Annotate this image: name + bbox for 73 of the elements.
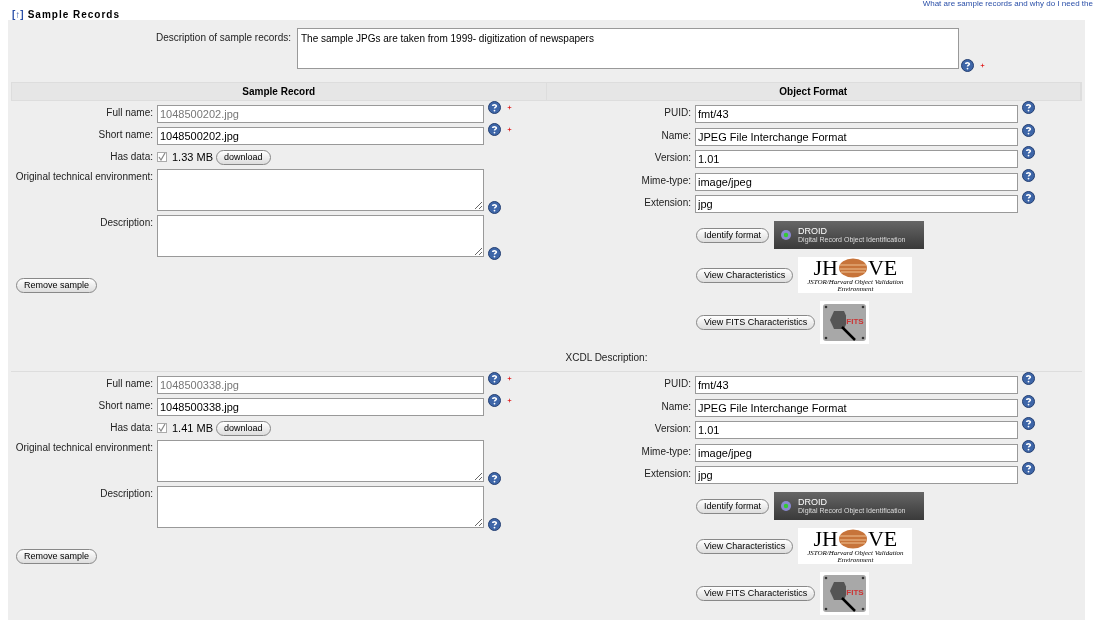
field-label: Has data:: [109, 150, 154, 163]
field-label: PUID:: [663, 377, 692, 390]
fits-logo: FITS: [820, 572, 870, 615]
text-field[interactable]: fmt/43: [695, 376, 1018, 394]
help-icon[interactable]: [1022, 417, 1035, 430]
text-field[interactable]: JPEG File Interchange Format: [695, 398, 1018, 417]
text-area[interactable]: The sample JPGs are taken from 1999- digitization of newspapers: [297, 28, 959, 69]
help-icon[interactable]: [1022, 168, 1035, 182]
text-field[interactable]: 1.01: [695, 421, 1018, 439]
help-icon[interactable]: [488, 394, 501, 407]
field-label: Name:: [660, 399, 692, 413]
field-label: Short name:: [97, 128, 154, 141]
field-label: Description of sample records:: [154, 31, 292, 45]
help-icon[interactable]: [488, 123, 501, 136]
help-link[interactable]: What are sample records and why do I need the: [922, 0, 1093, 8]
help-icon[interactable]: [488, 101, 501, 114]
field-label: Mime-type:: [640, 444, 692, 458]
field-label: Extension:: [643, 467, 692, 480]
help-icon[interactable]: [1022, 101, 1035, 114]
text-field[interactable]: jpg: [695, 195, 1018, 213]
tool-button[interactable]: View Characteristics: [696, 267, 794, 283]
column-header: Object Format: [546, 83, 1081, 100]
field-label: Version:: [653, 151, 692, 164]
help-icon[interactable]: [1022, 191, 1035, 204]
file-size: 1.33 MB: [172, 149, 213, 165]
text-field[interactable]: image/jpeg: [695, 443, 1018, 462]
text-field[interactable]: jpg: [695, 466, 1018, 484]
help-icon[interactable]: [488, 201, 501, 214]
text-field[interactable]: image/jpeg: [695, 172, 1018, 191]
file-size: 1.41 MB: [172, 420, 213, 436]
tool-button[interactable]: View Characteristics: [696, 538, 794, 554]
field-label: Short name:: [97, 399, 154, 412]
field-label: Version:: [653, 422, 692, 435]
remove-sample-button[interactable]: Remove sample: [16, 278, 98, 293]
download-button[interactable]: download: [215, 420, 271, 436]
tool-button[interactable]: Identify format: [696, 498, 770, 514]
field-label: PUID:: [663, 106, 692, 119]
field-label: Original technical environment:: [14, 441, 154, 454]
fits-logo: FITS: [820, 301, 870, 344]
field-label: Mime-type:: [640, 173, 692, 187]
field-label: Extension:: [643, 196, 692, 209]
section-title: Sample Records: [27, 7, 121, 22]
column-header: Sample Record: [12, 83, 547, 100]
text-field[interactable]: JPEG File Interchange Format: [695, 127, 1018, 146]
text-field[interactable]: 1048500202.jpg: [157, 127, 484, 145]
help-icon[interactable]: [488, 472, 501, 485]
remove-sample-button[interactable]: Remove sample: [16, 549, 98, 564]
help-icon[interactable]: [1022, 123, 1035, 137]
xcdl-label: XCDL Description:: [565, 351, 648, 365]
help-icon[interactable]: [1022, 439, 1035, 453]
field-label: Original technical environment:: [14, 170, 154, 183]
collapse-link[interactable]: [↑]: [12, 6, 24, 22]
help-icon[interactable]: [961, 59, 974, 72]
tool-button[interactable]: View FITS Characteristics: [696, 586, 816, 601]
field-label: Full name:: [105, 377, 154, 390]
text-field[interactable]: 1.01: [695, 150, 1018, 168]
text-field[interactable]: fmt/43: [695, 105, 1018, 123]
help-icon[interactable]: [488, 518, 501, 531]
tool-button[interactable]: Identify format: [696, 227, 770, 243]
tool-button[interactable]: View FITS Characteristics: [696, 315, 816, 330]
field-label: Description:: [99, 487, 154, 500]
field-label: Description:: [99, 216, 154, 229]
download-button[interactable]: download: [215, 149, 271, 165]
field-label: Has data:: [109, 421, 154, 434]
help-icon[interactable]: [488, 247, 501, 260]
help-icon[interactable]: [1022, 394, 1035, 408]
field-label: Full name:: [105, 106, 154, 119]
help-icon[interactable]: [1022, 462, 1035, 475]
help-icon[interactable]: [488, 372, 501, 385]
field-label: Name:: [660, 128, 692, 142]
text-field[interactable]: 1048500338.jpg: [157, 398, 484, 416]
help-icon[interactable]: [1022, 372, 1035, 385]
help-icon[interactable]: [1022, 146, 1035, 159]
